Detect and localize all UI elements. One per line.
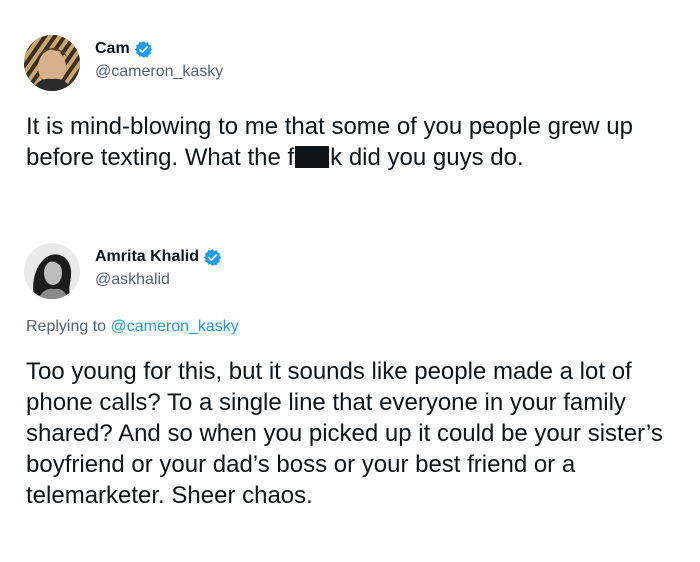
display-name[interactable]: Amrita Khalid (95, 248, 199, 266)
censor-bar (295, 146, 330, 168)
handle[interactable]: @askhalid (95, 271, 170, 289)
replying-to-link[interactable]: @cameron_kasky (111, 318, 239, 335)
reply-tweet: Amrita Khalid @askhalid Replying to @cam… (0, 205, 700, 562)
handle[interactable]: @cameron_kasky (95, 63, 223, 81)
verified-badge-icon (203, 248, 222, 267)
tweet-text: It is mind-blowing to me that some of yo… (26, 111, 686, 173)
tweet-text: Too young for this, but it sounds like p… (26, 358, 663, 509)
replying-to-label: Replying to (26, 318, 107, 335)
avatar[interactable] (24, 35, 80, 91)
tweet-text-part-2: k did you guys do. (330, 144, 524, 171)
name-row: Cam (95, 38, 153, 60)
replying-to: Replying to @cameron_kasky (26, 318, 239, 336)
display-name[interactable]: Cam (95, 40, 130, 58)
original-tweet: Cam @cameron_kasky It is mind-blowing to… (0, 0, 700, 205)
verified-badge-icon (134, 40, 153, 59)
name-row: Amrita Khalid (95, 246, 222, 268)
avatar[interactable] (24, 243, 80, 299)
